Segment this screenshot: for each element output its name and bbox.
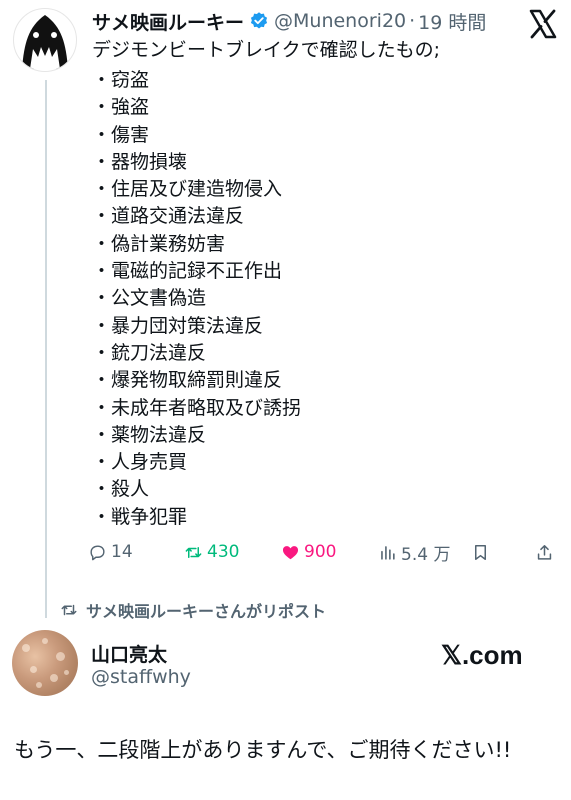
tweet-header: サメ映画ルーキー @Munenori20 · 19 時間: [92, 8, 486, 34]
bookmark-icon: [474, 544, 487, 560]
list-item: 偽計業務妨害: [92, 231, 440, 258]
views-icon: [381, 545, 395, 560]
card-text: もう一、二段階上がありますんで、ご期待ください!!: [14, 738, 512, 762]
tweet-text: デジモンビートブレイクで確認したもの; 窃盗 強盗 傷害 器物損壊 住居及び建造…: [92, 38, 440, 531]
repost-icon: [61, 604, 77, 616]
x-com-logo: 𝕏.com: [441, 640, 523, 670]
list-item: 傷害: [92, 122, 440, 149]
display-name[interactable]: サメ映画ルーキー: [92, 8, 244, 35]
list-item: 人身売買: [92, 449, 440, 476]
repost-button[interactable]: 430: [184, 540, 239, 564]
reply-count: 14: [111, 542, 133, 562]
bookmark-button[interactable]: [471, 540, 494, 564]
list-item: 住居及び建造物侵入: [92, 176, 440, 203]
list-item: 戦争犯罪: [92, 504, 440, 531]
action-bar: 14 430 900 5.4 万: [88, 540, 563, 565]
repost-icon: [185, 546, 202, 558]
like-button[interactable]: 900: [281, 540, 336, 564]
verified-badge-icon: [250, 12, 268, 29]
list-item: 暴力団対策法違反: [92, 313, 440, 340]
repost-notice-text: サメ映画ルーキーさんがリポスト: [86, 602, 327, 621]
list-item: 公文書偽造: [92, 285, 440, 312]
list-item: 未成年者略取及び誘拐: [92, 395, 440, 422]
avatar[interactable]: [12, 630, 78, 696]
share-icon: [537, 544, 552, 560]
shark-avatar[interactable]: [13, 8, 77, 72]
timestamp[interactable]: 19 時間: [418, 8, 486, 35]
list-item: 強盗: [92, 94, 440, 121]
crime-list: 窃盗 強盗 傷害 器物損壊 住居及び建造物侵入 道路交通法違反 偽計業務妨害 電…: [92, 67, 440, 531]
views-count: 5.4 万: [401, 544, 451, 565]
list-item: 道路交通法違反: [92, 203, 440, 230]
card-handle[interactable]: @staffwhy: [91, 666, 191, 688]
list-item: 窃盗: [92, 67, 440, 94]
like-icon: [282, 545, 299, 559]
list-item: 薬物法違反: [92, 422, 440, 449]
list-item: 殺人: [92, 476, 440, 503]
user-handle[interactable]: @Munenori20: [274, 10, 406, 32]
separator-dot: ·: [409, 10, 416, 32]
list-item: 器物損壊: [92, 149, 440, 176]
reply-icon: [90, 544, 105, 560]
list-item: 電磁的記録不正作出: [92, 258, 440, 285]
thread-line: [45, 80, 47, 618]
like-count: 900: [304, 542, 337, 562]
reply-button[interactable]: 14: [88, 540, 133, 564]
list-item: 銃刀法違反: [92, 340, 440, 367]
share-button[interactable]: [535, 540, 558, 564]
repost-notice[interactable]: サメ映画ルーキーさんがリポスト: [60, 598, 326, 622]
card-name[interactable]: 山口亮太: [91, 640, 167, 667]
tweet-intro: デジモンビートブレイクで確認したもの;: [92, 39, 441, 61]
x-logo-icon[interactable]: [527, 8, 559, 40]
views-button[interactable]: 5.4 万: [378, 540, 451, 565]
repost-count: 430: [207, 542, 240, 562]
list-item: 爆発物取締罰則違反: [92, 367, 440, 394]
